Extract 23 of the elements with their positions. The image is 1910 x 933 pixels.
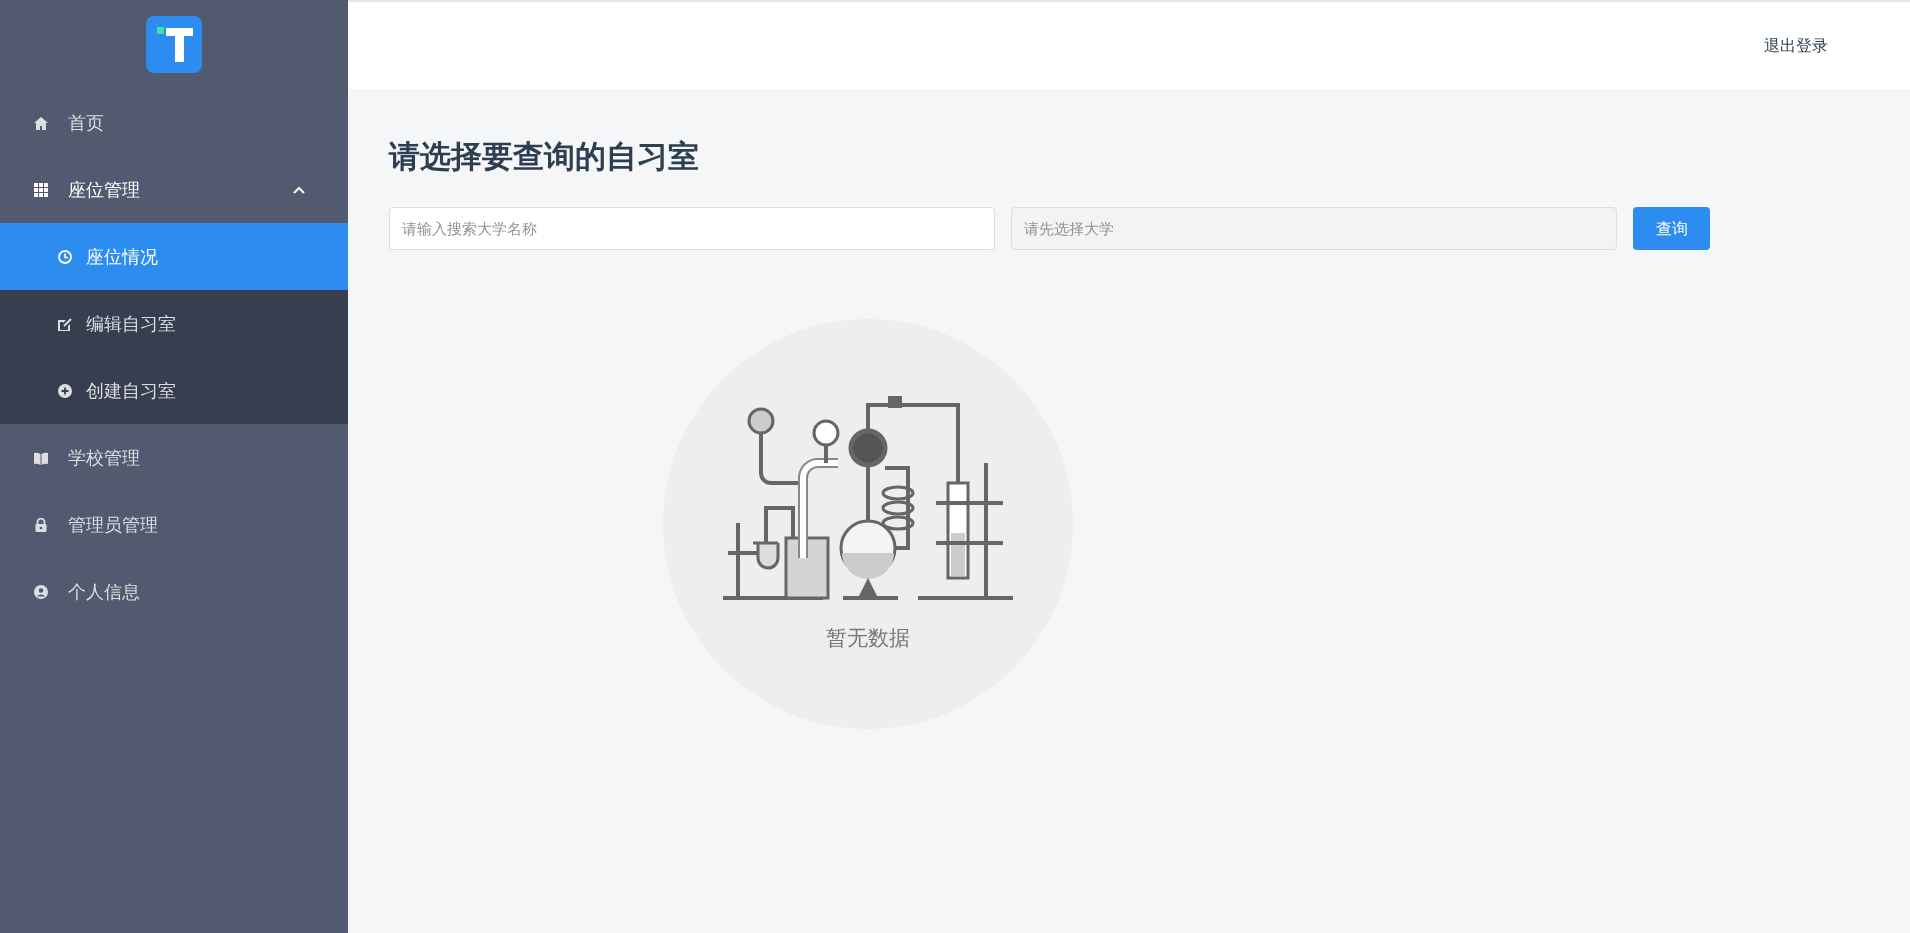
empty-message: 暂无数据	[826, 625, 910, 653]
university-search-field[interactable]: 请输入搜索大学名称	[389, 207, 995, 251]
lock-icon	[34, 517, 48, 532]
page-title: 请选择要查询的自习室	[389, 138, 700, 176]
chevron-up-icon	[292, 184, 306, 195]
menu-item[interactable]: 管理员管理	[0, 491, 348, 558]
menu-item[interactable]: 学校管理	[0, 424, 348, 491]
menu-item[interactable]: 编辑自习室	[0, 290, 348, 357]
logout-link[interactable]: 退出登录	[1764, 33, 1828, 58]
menu-group[interactable]: 座位管理	[0, 156, 348, 223]
user-icon	[34, 584, 48, 599]
grid-icon	[34, 182, 48, 197]
clock-icon	[58, 249, 72, 264]
logo-icon	[146, 16, 202, 73]
query-button[interactable]: 查询	[1633, 207, 1710, 251]
book-icon	[34, 450, 48, 465]
menu-item[interactable]: 首页	[0, 89, 348, 156]
menu-item[interactable]: 个人信息	[0, 558, 348, 625]
home-icon	[34, 115, 48, 130]
edit-icon	[58, 316, 72, 331]
menu-item[interactable]: 座位情况	[0, 223, 348, 290]
plus-circle-icon	[58, 383, 72, 398]
menu-item[interactable]: 创建自习室	[0, 357, 348, 424]
